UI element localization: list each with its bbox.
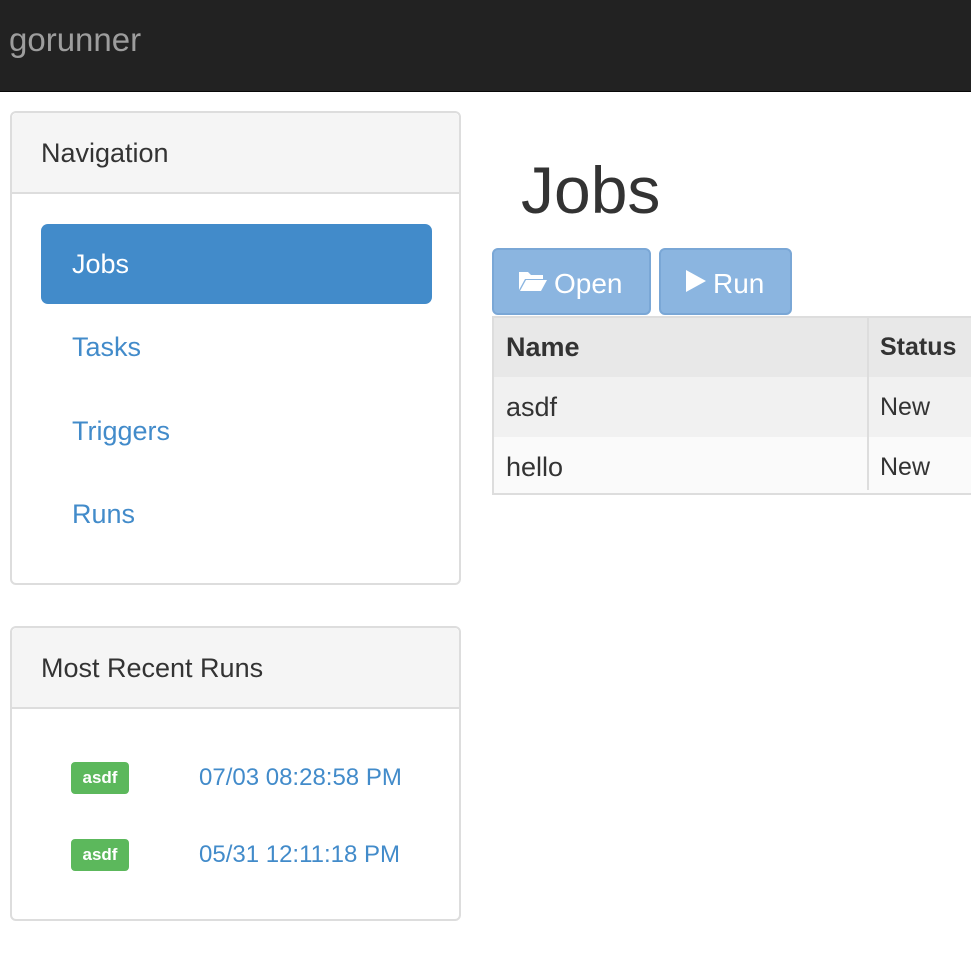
job-name-cell: asdf: [506, 392, 558, 422]
job-status-cell: New: [880, 453, 931, 481]
recent-run-item: asdf 05/31 12:11:18 PM: [71, 839, 431, 873]
open-button-label: Open: [554, 268, 623, 300]
table-row[interactable]: hello New: [494, 437, 971, 493]
column-header-status[interactable]: Status: [880, 318, 956, 377]
nav-item-triggers[interactable]: Triggers: [41, 391, 432, 471]
folder-open-icon: [518, 252, 548, 315]
recent-run-item: asdf 07/03 08:28:58 PM: [71, 762, 431, 796]
brand-link[interactable]: gorunner: [9, 18, 141, 62]
job-status-cell: New: [880, 393, 931, 421]
job-name-cell: hello: [506, 452, 564, 482]
navigation-panel: Navigation Jobs Tasks Triggers Runs: [10, 111, 461, 585]
open-button[interactable]: Open: [492, 248, 651, 315]
run-button-label: Run: [713, 268, 765, 300]
nav-item-jobs[interactable]: Jobs: [41, 224, 432, 304]
recent-runs-panel: Most Recent Runs asdf 07/03 08:28:58 PM …: [10, 626, 461, 921]
navigation-panel-heading: Navigation: [12, 113, 459, 194]
play-icon: [685, 252, 707, 315]
column-header-name[interactable]: Name: [506, 318, 580, 377]
nav-item-tasks[interactable]: Tasks: [41, 307, 432, 387]
table-row[interactable]: asdf New: [494, 377, 971, 437]
column-divider: [867, 318, 869, 490]
run-time-link[interactable]: 05/31 12:11:18 PM: [199, 839, 400, 871]
recent-runs-panel-heading: Most Recent Runs: [12, 628, 459, 709]
run-time-link[interactable]: 07/03 08:28:58 PM: [199, 762, 402, 794]
jobs-table: Name Status asdf New hello New: [492, 316, 971, 495]
run-job-badge: asdf: [71, 839, 129, 871]
table-header-row: Name Status: [494, 318, 971, 377]
nav-item-runs[interactable]: Runs: [41, 474, 432, 554]
top-navbar: gorunner: [0, 0, 971, 92]
run-job-badge: asdf: [71, 762, 129, 794]
run-button[interactable]: Run: [659, 248, 792, 315]
page-title: Jobs: [521, 153, 661, 227]
